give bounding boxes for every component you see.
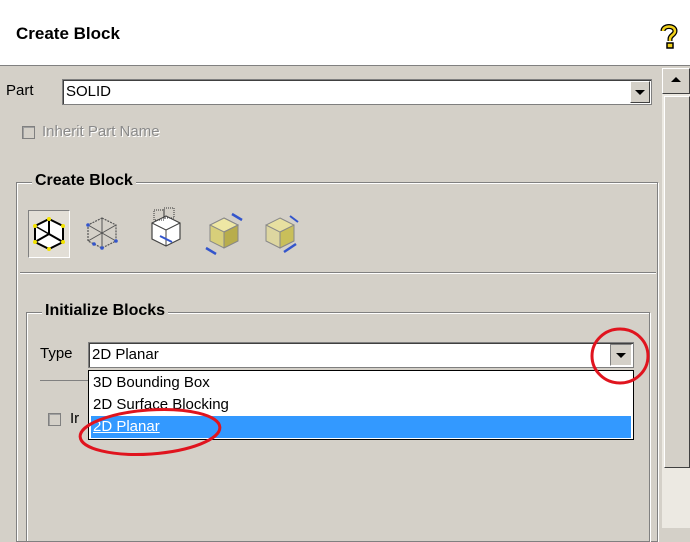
annotation-overlay bbox=[78, 327, 650, 456]
annotation-circle-dropdown-button bbox=[590, 327, 650, 385]
annotation-ellipse-2d-planar bbox=[78, 408, 222, 456]
